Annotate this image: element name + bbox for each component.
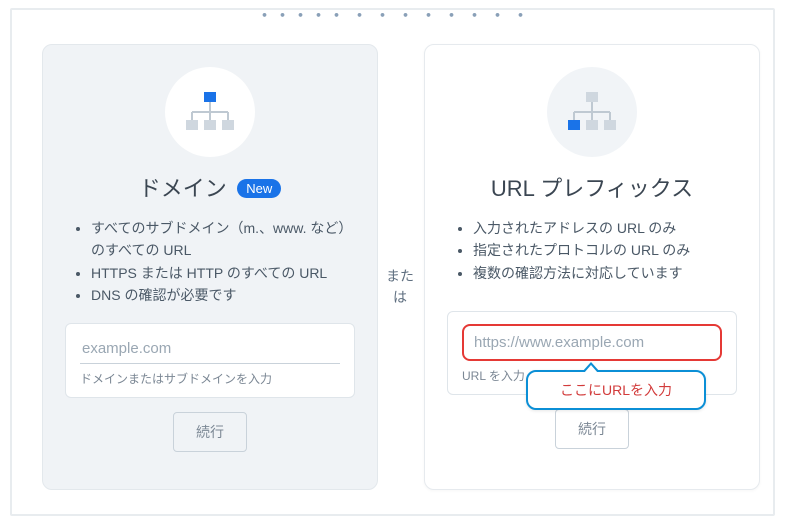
url-prefix-continue-button[interactable]: 続行	[555, 409, 629, 449]
list-item: 入力されたアドレスの URL のみ	[473, 217, 737, 239]
domain-feature-list: すべてのサブドメイン（m.、www. など）のすべての URL HTTPS また…	[65, 217, 355, 307]
domain-card-title: ドメイン	[139, 171, 227, 203]
new-badge: New	[237, 179, 281, 198]
list-item: すべてのサブドメイン（m.、www. など）のすべての URL	[91, 217, 355, 262]
url-prefix-hierarchy-icon	[547, 67, 637, 157]
or-separator: または	[382, 266, 418, 308]
list-item: HTTPS または HTTP のすべての URL	[91, 262, 355, 284]
url-prefix-card[interactable]: URL プレフィックス 入力されたアドレスの URL のみ 指定されたプロトコル…	[424, 44, 760, 490]
list-item: DNS の確認が必要です	[91, 284, 355, 306]
content-frame: ・・・・・ ・ ・ ・ ・ ・ ・ ・ ・ または ドメイン New すべてのサ…	[10, 8, 775, 516]
url-prefix-card-title: URL プレフィックス	[491, 171, 693, 203]
list-item: 指定されたプロトコルの URL のみ	[473, 239, 737, 261]
url-prefix-feature-list: 入力されたアドレスの URL のみ 指定されたプロトコルの URL のみ 複数の…	[447, 217, 737, 295]
domain-continue-button[interactable]: 続行	[173, 412, 247, 452]
domain-card[interactable]: ドメイン New すべてのサブドメイン（m.、www. など）のすべての URL…	[42, 44, 378, 490]
domain-input[interactable]	[80, 336, 340, 364]
domain-input-box: ドメインまたはサブドメインを入力	[65, 323, 355, 398]
partial-header-text: ・・・・・ ・ ・ ・ ・ ・ ・ ・ ・	[12, 8, 773, 28]
domain-input-help: ドメインまたはサブドメインを入力	[80, 370, 340, 387]
annotation-callout: ここにURLを入力	[526, 370, 706, 410]
url-prefix-input[interactable]	[462, 324, 722, 361]
list-item: 複数の確認方法に対応しています	[473, 262, 737, 284]
annotation-callout-text: ここにURLを入力	[560, 380, 672, 400]
domain-hierarchy-icon	[165, 67, 255, 157]
